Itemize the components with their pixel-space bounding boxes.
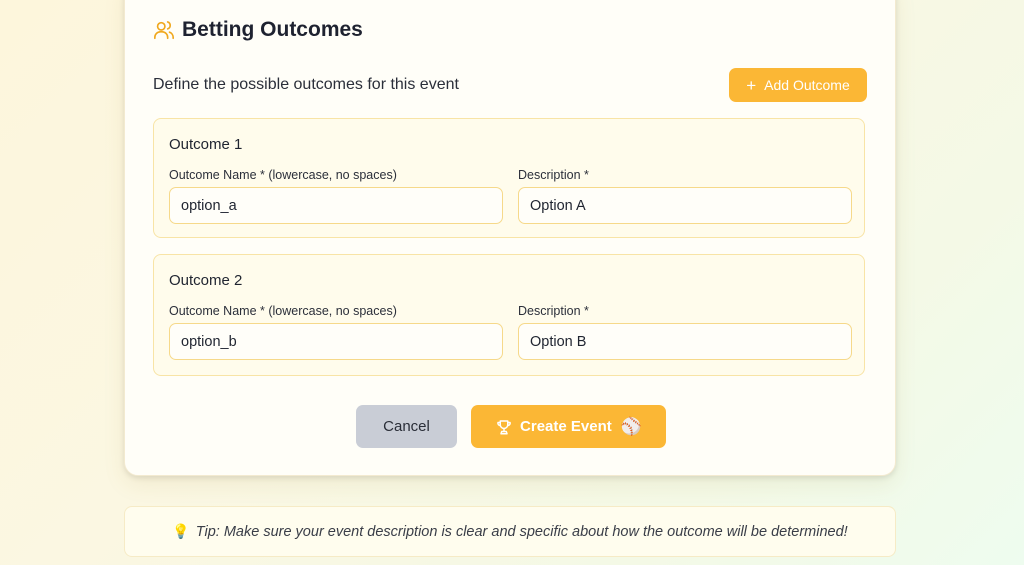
outcome-name-input[interactable] [169, 323, 503, 360]
baseball-icon: ⚾ [620, 416, 642, 436]
tip-text: Tip: Make sure your event description is… [195, 523, 848, 540]
outcome-title: Outcome 1 [169, 136, 243, 153]
outcome-card-1: Outcome 1 Outcome Name * (lowercase, no … [153, 118, 865, 238]
outcomes-card: Betting Outcomes Define the possible out… [124, 0, 896, 476]
description-input[interactable] [518, 187, 852, 224]
lightbulb-icon: 💡 [172, 523, 190, 539]
plus-icon: + [746, 75, 757, 95]
users-icon [154, 21, 174, 40]
section-subtitle: Define the possible outcomes for this ev… [153, 76, 459, 93]
description-label: Description * [518, 168, 589, 182]
description-input[interactable] [518, 323, 852, 360]
cancel-button[interactable]: Cancel [356, 405, 457, 448]
create-event-button[interactable]: Create Event ⚾ [471, 405, 666, 448]
outcome-card-2: Outcome 2 Outcome Name * (lowercase, no … [153, 254, 865, 376]
section-header: Betting Outcomes [153, 18, 363, 42]
add-outcome-label: Add Outcome [764, 77, 850, 93]
description-label: Description * [518, 304, 589, 318]
outcome-name-label: Outcome Name * (lowercase, no spaces) [169, 168, 397, 182]
outcome-name-label: Outcome Name * (lowercase, no spaces) [169, 304, 397, 318]
add-outcome-button[interactable]: + Add Outcome [729, 68, 867, 102]
trophy-icon [497, 419, 511, 434]
outcome-name-input[interactable] [169, 187, 503, 224]
create-event-label: Create Event [520, 418, 612, 435]
tip-banner: 💡 Tip: Make sure your event description … [124, 506, 896, 557]
section-title: Betting Outcomes [182, 18, 363, 41]
outcome-title: Outcome 2 [169, 272, 243, 289]
